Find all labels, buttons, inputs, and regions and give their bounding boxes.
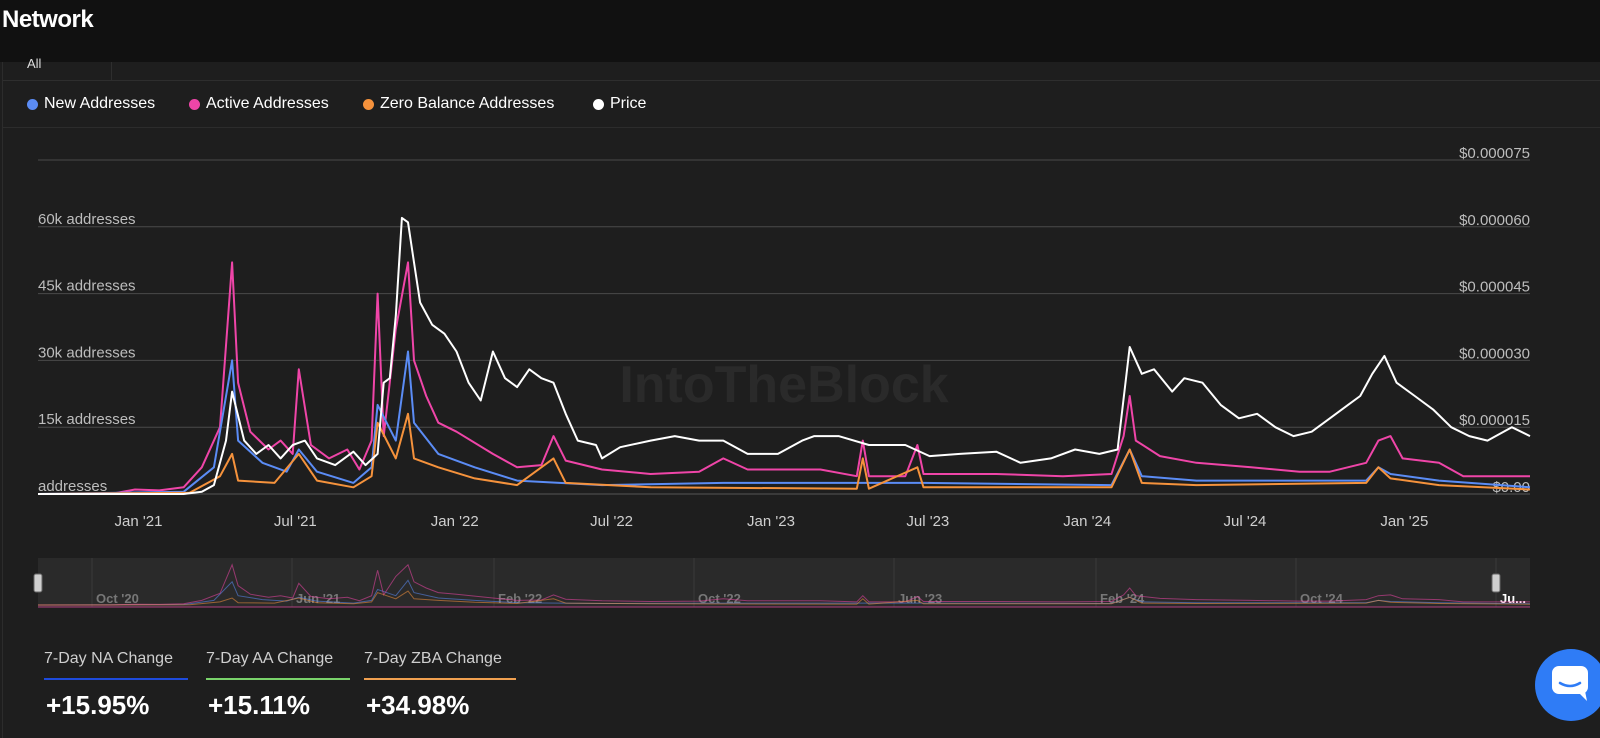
- x-tick-label: Jan '23: [747, 513, 795, 530]
- chat-button[interactable]: [1535, 649, 1600, 721]
- stat-zba-label: 7-Day ZBA Change: [364, 650, 502, 667]
- x-tick-label: Jul '21: [274, 513, 317, 530]
- stat-zba-change: 7-Day ZBA Change +34.98%: [364, 650, 518, 730]
- y-left-tick-label: 30k addresses: [38, 344, 136, 361]
- y-left-tick-label: 60k addresses: [38, 211, 136, 228]
- x-tick-label: Jul '22: [590, 513, 633, 530]
- x-tick-label: Jul '23: [906, 513, 949, 530]
- stat-na-underline: [44, 678, 188, 680]
- chat-bubble-icon: [1552, 666, 1588, 701]
- stat-aa-label: 7-Day AA Change: [206, 650, 334, 667]
- stat-zba-underline: [364, 678, 516, 680]
- stat-aa-change: 7-Day AA Change +15.11%: [206, 650, 352, 730]
- y-right-tick-label: $0.000030: [1459, 345, 1530, 362]
- x-tick-label: Jul '24: [1223, 513, 1266, 530]
- x-tick-label: Jan '21: [115, 513, 163, 530]
- stat-na-value: +15.95%: [46, 690, 150, 720]
- navigator-label: Oct '20: [96, 591, 139, 606]
- navigator-label: Oct '24: [1300, 591, 1344, 606]
- stat-zba-value: +34.98%: [366, 690, 470, 720]
- y-right-tick-label: $0.000045: [1459, 279, 1530, 296]
- y-left-tick-label: 15k addresses: [38, 411, 136, 428]
- stat-aa-underline: [206, 678, 350, 680]
- x-tick-label: Jan '22: [431, 513, 479, 530]
- y-right-tick-label: $0.000015: [1459, 412, 1530, 429]
- y-right-tick-label: $0.000060: [1459, 212, 1530, 229]
- stat-na-change: 7-Day NA Change +15.95%: [44, 650, 190, 730]
- watermark-text: IntoTheBlock: [619, 356, 948, 414]
- y-right-tick-label: $0.000075: [1459, 145, 1530, 162]
- navigator-left-handle[interactable]: [33, 573, 43, 593]
- x-tick-label: Jan '24: [1063, 513, 1111, 530]
- stat-aa-value: +15.11%: [208, 690, 310, 720]
- navigator-label: Feb '22: [498, 591, 542, 606]
- stat-na-label: 7-Day NA Change: [44, 650, 173, 667]
- y-left-tick-label: 45k addresses: [38, 278, 136, 295]
- x-tick-label: Jan '25: [1380, 513, 1428, 530]
- navigator-right-handle[interactable]: [1491, 573, 1501, 593]
- network-chart: $0.00$0.000015$0.000030$0.000045$0.00006…: [33, 145, 1531, 608]
